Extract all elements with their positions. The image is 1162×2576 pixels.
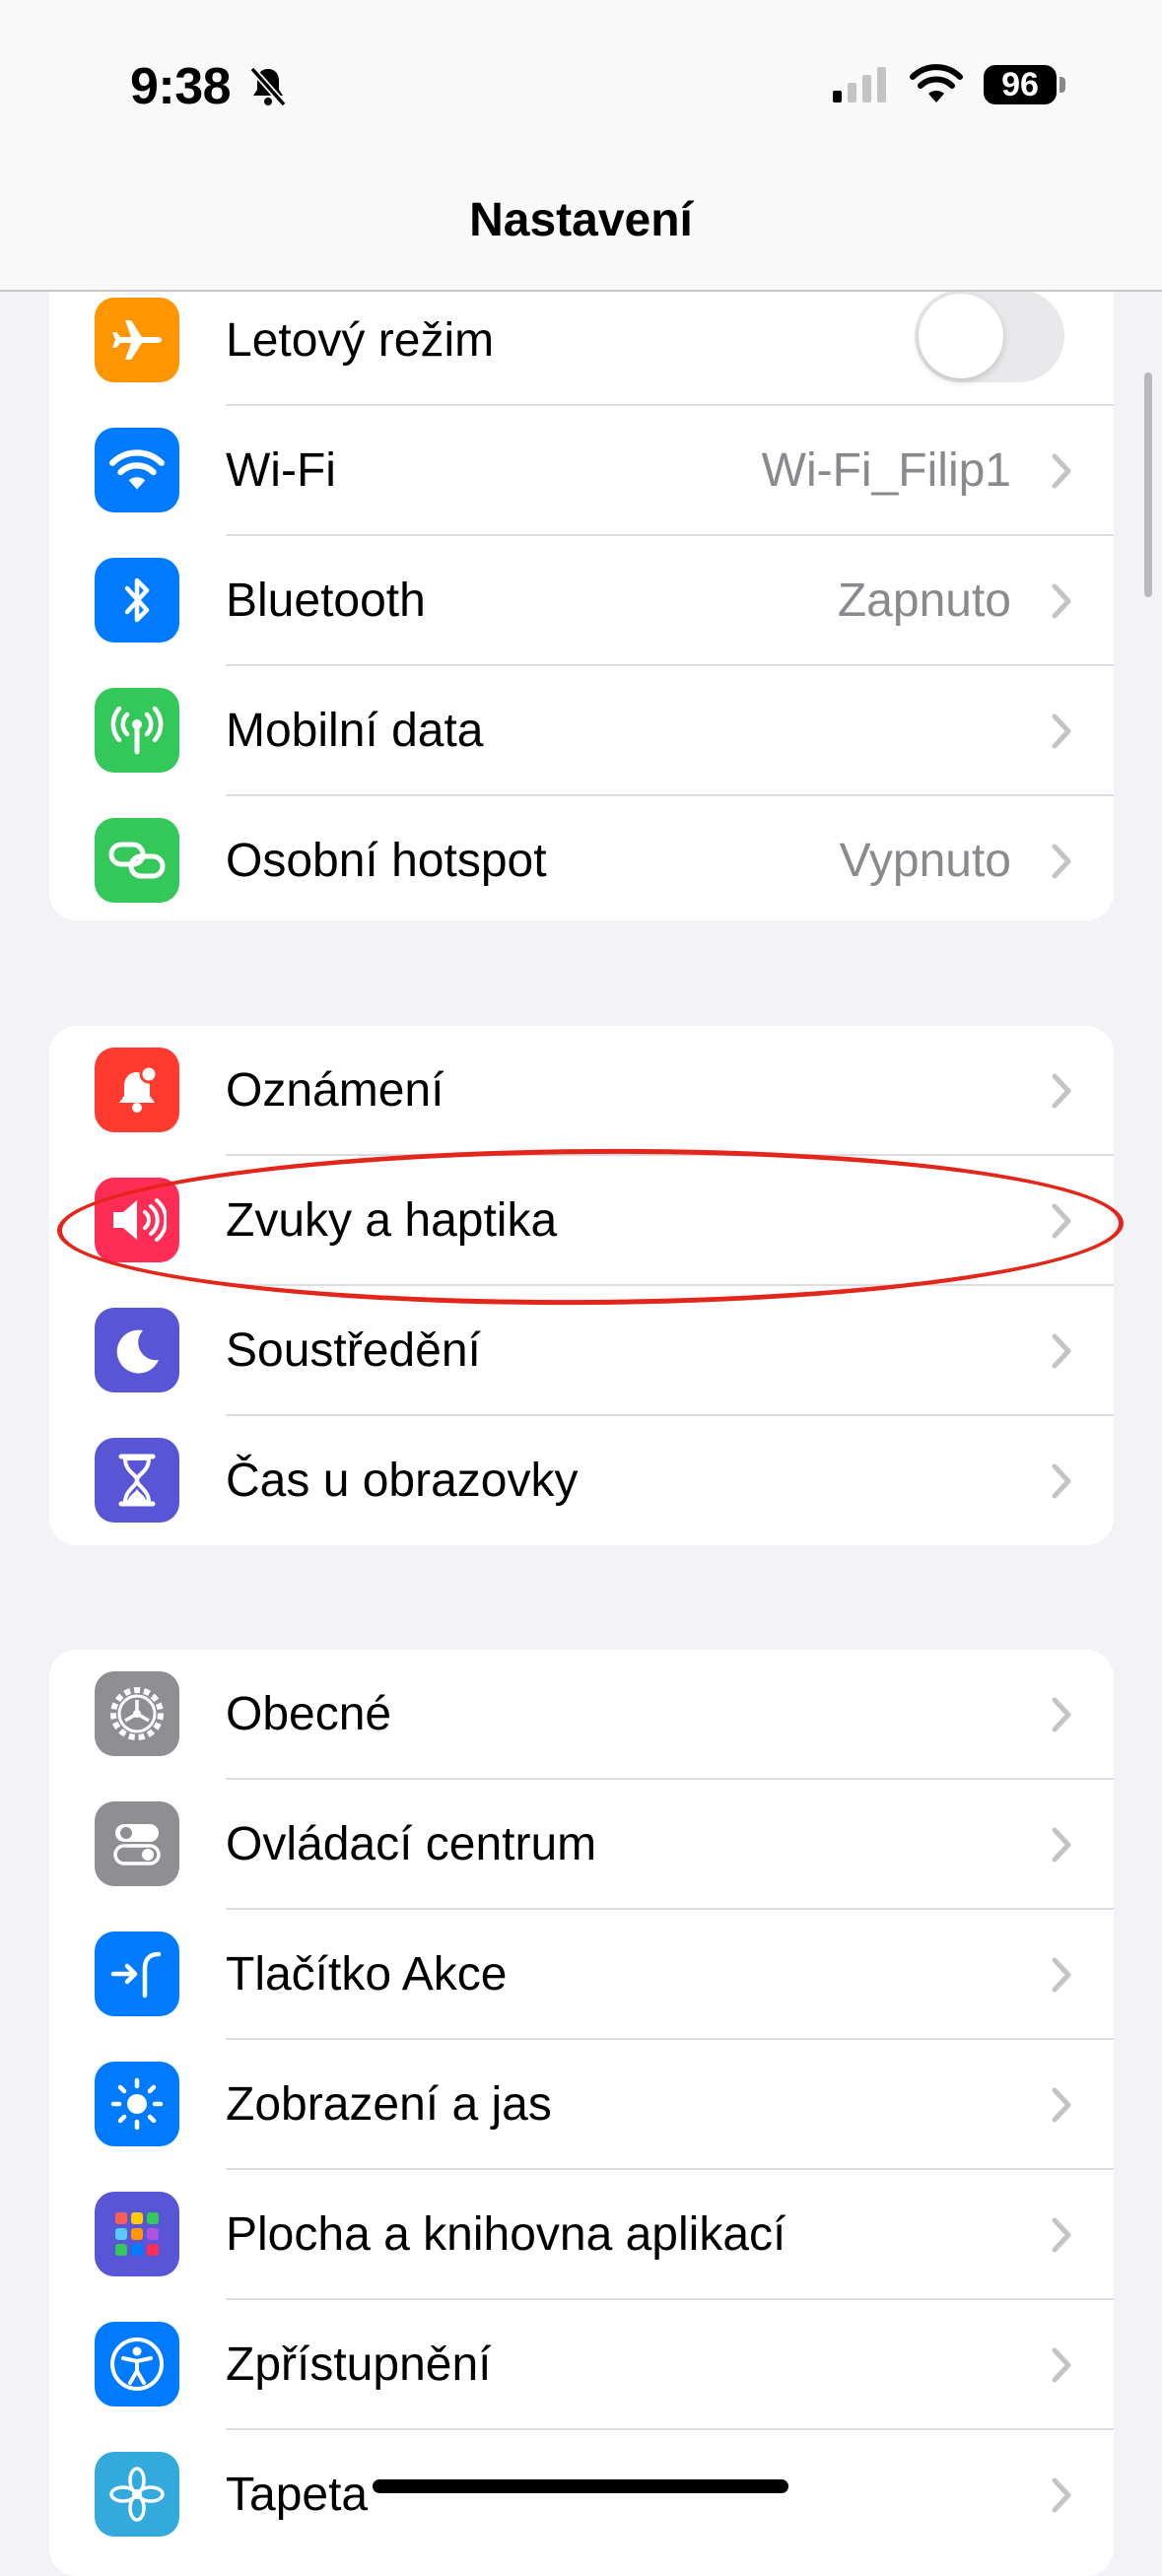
switches-icon — [95, 1801, 179, 1886]
status-time: 9:38 — [130, 58, 232, 115]
sun-icon — [95, 2062, 179, 2146]
wifi-icon — [909, 63, 964, 109]
cellular-signal-icon — [833, 65, 892, 109]
chevron-right-icon — [1052, 713, 1071, 749]
settings-row-airplane-mode[interactable]: Letový režim — [49, 276, 1114, 406]
settings-row-value: Vypnuto — [839, 835, 1011, 887]
settings-row-mobile-data[interactable]: Mobilní data — [49, 666, 1114, 796]
settings-row-label: Zobrazení a jas — [226, 2078, 552, 2131]
chevron-right-icon — [1052, 1957, 1071, 1993]
chevron-right-icon — [1052, 1333, 1071, 1369]
chevron-right-icon — [1052, 1697, 1071, 1732]
chevron-right-icon — [1052, 2347, 1071, 2383]
battery-tip — [1059, 77, 1065, 93]
settings-row-accessibility[interactable]: Zpřístupnění — [49, 2300, 1114, 2430]
navigation-header: 9:38 96 Nastavení — [0, 0, 1162, 292]
airplane-mode-toggle[interactable] — [915, 290, 1064, 382]
moon-icon — [95, 1308, 179, 1392]
page-title: Nastavení — [469, 194, 693, 246]
bell-slash-icon — [248, 65, 288, 113]
settings-row-label: Letový režim — [226, 314, 495, 367]
chevron-right-icon — [1052, 2217, 1071, 2253]
chevron-right-icon — [1052, 1463, 1071, 1499]
settings-row-value: Wi-Fi_Filip1 — [761, 444, 1011, 497]
settings-row-wallpaper[interactable]: Tapeta — [49, 2430, 1114, 2560]
settings-group-general: Obecné Ovládací centrum Tlačítko Akce Zo… — [49, 1650, 1114, 2576]
battery-icon: 96 — [984, 65, 1057, 104]
settings-row-label: Wi-Fi — [226, 444, 336, 497]
settings-row-general[interactable]: Obecné — [49, 1650, 1114, 1780]
antenna-icon — [95, 688, 179, 773]
toggle-knob — [919, 294, 1003, 378]
settings-row-label: Ovládací centrum — [226, 1818, 597, 1870]
settings-row-label: Tapeta — [226, 2469, 369, 2521]
chevron-right-icon — [1052, 453, 1071, 489]
settings-row-label: Soustředění — [226, 1324, 481, 1377]
action-button-icon — [95, 1932, 179, 2016]
settings-row-action-button[interactable]: Tlačítko Akce — [49, 1910, 1114, 2040]
scroll-indicator[interactable] — [1144, 373, 1152, 597]
settings-row-screen-time[interactable]: Čas u obrazovky — [49, 1416, 1114, 1545]
settings-row-home-screen-library[interactable]: Plocha a knihovna aplikací — [49, 2170, 1114, 2300]
settings-row-label: Mobilní data — [226, 705, 484, 757]
settings-group-connectivity: Letový režim Wi-Fi Wi-Fi_Filip1 Bluetoot… — [49, 268, 1114, 920]
settings-row-wifi[interactable]: Wi-Fi Wi-Fi_Filip1 — [49, 406, 1114, 536]
home-indicator[interactable] — [373, 2479, 788, 2493]
settings-row-display-brightness[interactable]: Zobrazení a jas — [49, 2040, 1114, 2170]
settings-row-label: Plocha a knihovna aplikací — [226, 2208, 786, 2261]
settings-row-bluetooth[interactable]: Bluetooth Zapnuto — [49, 536, 1114, 666]
wifi-icon — [95, 428, 179, 512]
flower-icon — [95, 2452, 179, 2537]
chevron-right-icon — [1052, 583, 1071, 619]
settings-row-label: Čas u obrazovky — [226, 1455, 579, 1507]
settings-row-control-center[interactable]: Ovládací centrum — [49, 1780, 1114, 1910]
bluetooth-icon — [95, 558, 179, 643]
hotspot-link-icon — [95, 818, 179, 903]
settings-row-value: Zapnuto — [837, 575, 1011, 627]
app-grid-icon — [95, 2192, 179, 2276]
settings-row-label: Osobní hotspot — [226, 835, 547, 887]
settings-row-personal-hotspot[interactable]: Osobní hotspot Vypnuto — [49, 796, 1114, 920]
settings-row-label: Tlačítko Akce — [226, 1948, 508, 2000]
settings-row-focus[interactable]: Soustředění — [49, 1286, 1114, 1416]
chevron-right-icon — [1052, 2087, 1071, 2123]
gear-icon — [95, 1671, 179, 1756]
chevron-right-icon — [1052, 2477, 1071, 2513]
settings-row-notifications[interactable]: Oznámení — [49, 1026, 1114, 1156]
settings-row-label: Zpřístupnění — [226, 2339, 492, 2391]
settings-row-label: Oznámení — [226, 1064, 444, 1117]
settings-row-label: Obecné — [226, 1688, 392, 1740]
hourglass-icon — [95, 1438, 179, 1523]
chevron-right-icon — [1052, 844, 1071, 879]
airplane-icon — [95, 298, 179, 382]
accessibility-icon — [95, 2322, 179, 2407]
settings-row-label: Bluetooth — [226, 575, 426, 627]
chevron-right-icon — [1052, 1827, 1071, 1863]
notification-bell-icon — [95, 1048, 179, 1132]
chevron-right-icon — [1052, 1073, 1071, 1109]
